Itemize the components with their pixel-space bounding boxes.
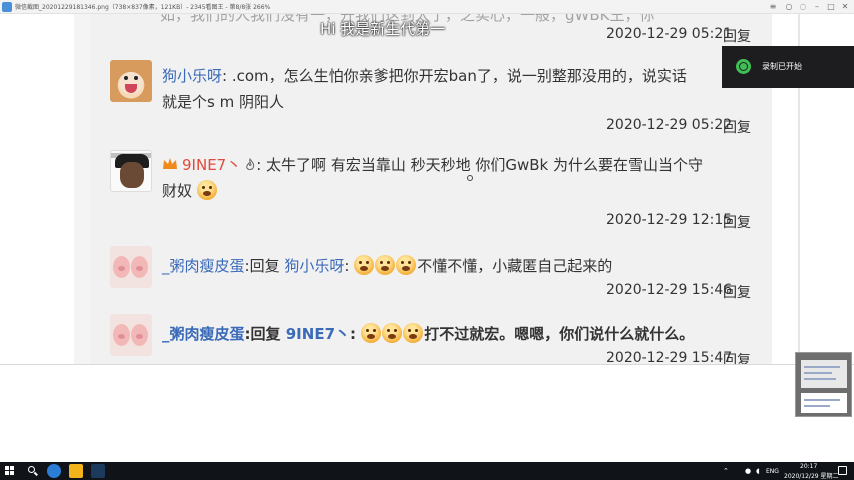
avatar[interactable] [110,60,152,102]
notification-icon[interactable] [838,466,847,475]
angry-emoji-icon [403,323,424,343]
vip-crown-icon [163,158,177,169]
angry-emoji-icon [382,323,403,343]
empty-area [0,364,854,462]
comment-username[interactable]: 狗小乐呀 [162,67,222,85]
tray-expand-icon[interactable]: ⌃ [723,467,729,475]
volume-icon[interactable]: ◖ [756,467,760,475]
comment-username[interactable]: 9INE7丶 [182,156,241,174]
reply-button[interactable]: 回复 [723,212,751,232]
reply-button[interactable]: 回复 [723,350,751,364]
app-icon [2,2,12,12]
comment-text: 打不过就宏。嗯嗯，你们说什么就什么。 [424,325,695,343]
comment-timestamp: 2020-12-29 05:21 [606,26,733,42]
comment-line: _粥肉瘦皮蛋:回复 狗小乐呀: 不懂不懂，小藏匿自己起来的 [162,255,613,275]
minimize-button[interactable]: – [810,0,824,14]
comment-timestamp: 2020-12-29 12:15 [606,212,733,228]
steam-icon[interactable] [91,464,105,478]
comment-timestamp: 2020-12-29 15:47 [606,350,733,364]
navigator-thumbnail[interactable] [795,352,852,417]
viewer-titlebar: 微信截图_20201229181346.png（738×837像素，121KB）… [0,0,854,14]
screen: 微信截图_20201229181346.png（738×837像素，121KB）… [0,0,854,480]
avatar[interactable] [110,246,152,288]
comment-line: 财奴 [162,180,218,201]
comment-text: 太牛了啊 有宏当靠山 秒天秒地 你们GwBk 为什么要在雪山当个守 [261,156,703,174]
reply-target-username[interactable]: 狗小乐呀 [284,257,344,275]
comment-line: _粥肉瘦皮蛋:回复 9INE7丶: 打不过就宏。嗯嗯，你们说什么就什么。 [162,323,695,343]
browser-icon[interactable] [47,464,61,478]
recording-label: 录制已开始 [762,62,802,71]
language-indicator[interactable]: ENG [766,468,779,475]
comment-timestamp: 2020-12-29 15:46 [606,282,733,298]
recording-notification[interactable]: 录制已开始 [722,46,854,88]
clock-time[interactable]: 20:17 [800,463,817,470]
shocked-emoji-icon [375,255,396,275]
shocked-emoji-icon [354,255,375,275]
reply-button[interactable]: 回复 [723,26,751,46]
menu-icon[interactable]: ≡ [766,0,780,14]
clock-date[interactable]: 2020/12/29 星期二 [784,471,839,480]
angry-emoji-icon [361,323,382,343]
fan-badge-icon [246,158,255,170]
reply-button[interactable]: 回复 [723,117,751,137]
pin-icon[interactable]: ◌ [796,0,810,14]
comment-text: 财奴 [162,182,193,200]
left-gutter [74,14,90,364]
comment-line: 狗小乐呀: .com，怎么生怕你亲爹把你开宏ban了，说一别整那没用的，说实话 [162,67,687,85]
comment-text: 就是个s m 阴阳人 [162,93,284,111]
window-title: 微信截图_20201229181346.png（738×837像素，121KB）… [15,4,271,11]
microphone-icon[interactable]: ● [745,467,751,475]
comment-text: .com，怎么生怕你亲爹把你开宏ban了，说一别整那没用的，说实话 [227,67,687,85]
comment-text: 不懂不懂，小藏匿自己起来的 [417,257,613,275]
avatar[interactable] [110,314,152,356]
settings-icon[interactable]: ○ [782,0,796,14]
mouse-cursor [467,175,473,181]
search-icon[interactable] [28,466,35,473]
shocked-emoji-icon [396,255,417,275]
close-button[interactable]: ✕ [838,0,852,14]
comment-line: 9INE7丶 : 太牛了啊 有宏当靠山 秒天秒地 你们GwBk 为什么要在雪山当… [162,154,703,175]
maximize-button[interactable]: □ [824,0,838,14]
reply-target-username[interactable]: 9INE7丶 [286,325,350,343]
comment-username[interactable]: _粥肉瘦皮蛋 [162,325,245,343]
comment-timestamp: 2020-12-29 05:22 [606,117,733,133]
shocked-emoji-icon [196,180,217,200]
comment-username[interactable]: _粥肉瘦皮蛋 [162,257,245,275]
avatar[interactable] [110,150,152,192]
taskbar: ⌃ ● ◖ ENG 20:17 2020/12/29 星期二 [0,462,854,480]
image-viewer-taskbar-icon[interactable] [69,464,83,478]
start-button[interactable] [5,466,14,475]
reply-button[interactable]: 回复 [723,282,751,302]
overlay-caption: Hi 我是新生代第一 [320,20,446,38]
